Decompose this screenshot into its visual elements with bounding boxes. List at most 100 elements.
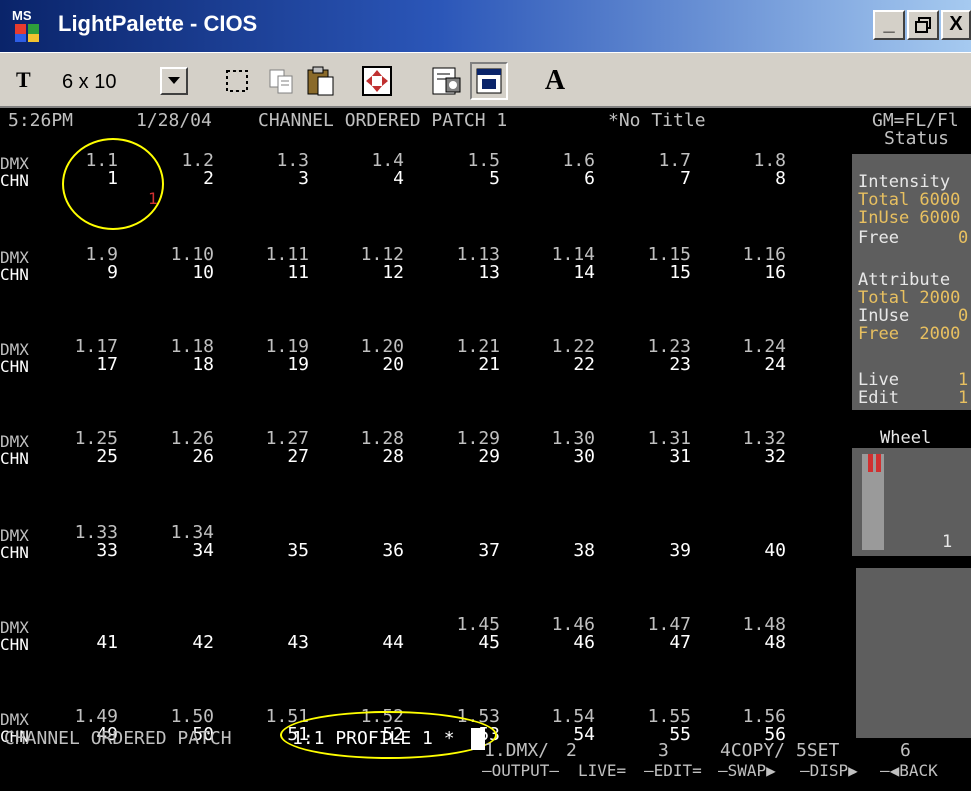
channel-number[interactable]: 55 — [611, 724, 691, 745]
channel-number[interactable]: 40 — [706, 540, 786, 561]
channel-number[interactable]: 5 — [420, 168, 500, 189]
copy-icon[interactable] — [262, 62, 300, 100]
channel-number[interactable]: 31 — [611, 446, 691, 467]
channel-number[interactable]: 39 — [611, 540, 691, 561]
softkey-6[interactable]: 6 — [900, 740, 911, 762]
select-region-icon[interactable] — [218, 62, 256, 100]
channel-number[interactable]: 29 — [420, 446, 500, 467]
channel-number[interactable]: 30 — [515, 446, 595, 467]
channel-number[interactable]: 38 — [515, 540, 595, 561]
close-button[interactable]: X — [941, 10, 971, 40]
softkey-output[interactable]: —OUTPUT— — [482, 760, 559, 782]
font-size-select[interactable]: T 6 x 10 — [10, 61, 200, 101]
softkey-4[interactable]: 4COPY/ — [720, 740, 785, 762]
minimize-button[interactable]: _ — [873, 10, 905, 40]
attribute-total: Total 2000 — [858, 288, 961, 308]
channel-number[interactable]: 4 — [324, 168, 404, 189]
channel-number[interactable]: 25 — [38, 446, 118, 467]
intensity-free-value: 0 — [958, 228, 969, 248]
chn-row-label: CHN — [0, 543, 29, 562]
title-bar: MS LightPalette - CIOS _ X — [0, 0, 971, 52]
channel-number[interactable]: 36 — [324, 540, 404, 561]
channel-number[interactable]: 34 — [134, 540, 214, 561]
header-screen-name: CHANNEL ORDERED PATCH 1 — [258, 110, 508, 131]
channel-number[interactable]: 21 — [420, 354, 500, 375]
channel-number[interactable]: 3 — [229, 168, 309, 189]
attribute-free: Free 2000 — [858, 324, 961, 344]
header-status: Status — [884, 128, 950, 149]
annotation-circle-cell — [62, 138, 164, 230]
channel-number[interactable]: 22 — [515, 354, 595, 375]
command-prefix: CHANNEL ORDERED PATCH — [4, 728, 232, 749]
profile-marker: 1 — [148, 189, 158, 208]
attribute-inuse-value: 0 — [958, 306, 969, 326]
channel-number[interactable]: 18 — [134, 354, 214, 375]
softkey-live[interactable]: LIVE= — [578, 760, 626, 782]
channel-number[interactable]: 23 — [611, 354, 691, 375]
channel-number[interactable]: 6 — [515, 168, 595, 189]
softkey-disp[interactable]: —DISP▶ — [800, 760, 858, 782]
app-icon[interactable]: MS — [12, 8, 48, 44]
window-icon[interactable] — [470, 62, 508, 100]
chn-row-label: CHN — [0, 265, 29, 284]
channel-number[interactable]: 20 — [324, 354, 404, 375]
wheel-label: Wheel — [880, 428, 932, 448]
font-size-value: 6 x 10 — [62, 71, 117, 93]
header-date: 1/28/04 — [136, 110, 212, 131]
channel-number[interactable]: 11 — [229, 262, 309, 283]
maximize-button[interactable] — [907, 10, 939, 40]
channel-number[interactable]: 43 — [229, 632, 309, 653]
channel-number[interactable]: 14 — [515, 262, 595, 283]
channel-number[interactable]: 26 — [134, 446, 214, 467]
channel-number[interactable]: 24 — [706, 354, 786, 375]
softkey-2[interactable]: 2 — [566, 740, 577, 762]
wheel-marker — [868, 454, 873, 472]
channel-number[interactable]: 28 — [324, 446, 404, 467]
live-value: 1 — [958, 370, 969, 390]
channel-number[interactable]: 35 — [229, 540, 309, 561]
channel-number[interactable]: 46 — [515, 632, 595, 653]
live-label: Live — [858, 370, 899, 390]
softkey-3[interactable]: 3 — [658, 740, 669, 762]
channel-number[interactable]: 27 — [229, 446, 309, 467]
properties-icon[interactable] — [428, 62, 466, 100]
channel-number[interactable]: 41 — [38, 632, 118, 653]
command-entry[interactable]: 1:1 PROFILE 1 * — [292, 728, 455, 750]
channel-number[interactable]: 32 — [706, 446, 786, 467]
chevron-down-icon[interactable] — [160, 67, 188, 95]
softkey-5[interactable]: 5SET — [796, 740, 839, 762]
aux-panel — [856, 568, 971, 738]
channel-number[interactable]: 15 — [611, 262, 691, 283]
wheel-value: 1 — [942, 532, 953, 552]
softkey-swap[interactable]: —SWAP▶ — [718, 760, 776, 782]
paste-icon[interactable] — [302, 62, 340, 100]
channel-number[interactable]: 12 — [324, 262, 404, 283]
wheel-marker — [876, 454, 881, 472]
channel-number[interactable]: 8 — [706, 168, 786, 189]
softkey-edit[interactable]: —EDIT= — [644, 760, 702, 782]
chn-row-label: CHN — [0, 357, 29, 376]
attribute-label: Attribute — [858, 270, 951, 290]
channel-number[interactable]: 45 — [420, 632, 500, 653]
channel-number[interactable]: 19 — [229, 354, 309, 375]
channel-number[interactable]: 9 — [38, 262, 118, 283]
channel-number[interactable]: 13 — [420, 262, 500, 283]
intensity-free-label: Free — [858, 228, 899, 248]
softkey-back[interactable]: —◀BACK — [880, 760, 938, 782]
channel-number[interactable]: 48 — [706, 632, 786, 653]
channel-number[interactable]: 37 — [420, 540, 500, 561]
channel-number[interactable]: 44 — [324, 632, 404, 653]
move-icon[interactable] — [358, 62, 396, 100]
header-show-title: *No Title — [608, 110, 706, 131]
channel-number[interactable]: 17 — [38, 354, 118, 375]
channel-number[interactable]: 10 — [134, 262, 214, 283]
intensity-total: Total 6000 — [858, 190, 961, 210]
channel-number[interactable]: 42 — [134, 632, 214, 653]
softkey-1[interactable]: 1.DMX/ — [484, 740, 549, 762]
channel-number[interactable]: 33 — [38, 540, 118, 561]
channel-number[interactable]: 7 — [611, 168, 691, 189]
channel-number[interactable]: 16 — [706, 262, 786, 283]
font-a-icon[interactable]: A — [536, 62, 574, 100]
chn-row-label: CHN — [0, 171, 29, 190]
channel-number[interactable]: 47 — [611, 632, 691, 653]
